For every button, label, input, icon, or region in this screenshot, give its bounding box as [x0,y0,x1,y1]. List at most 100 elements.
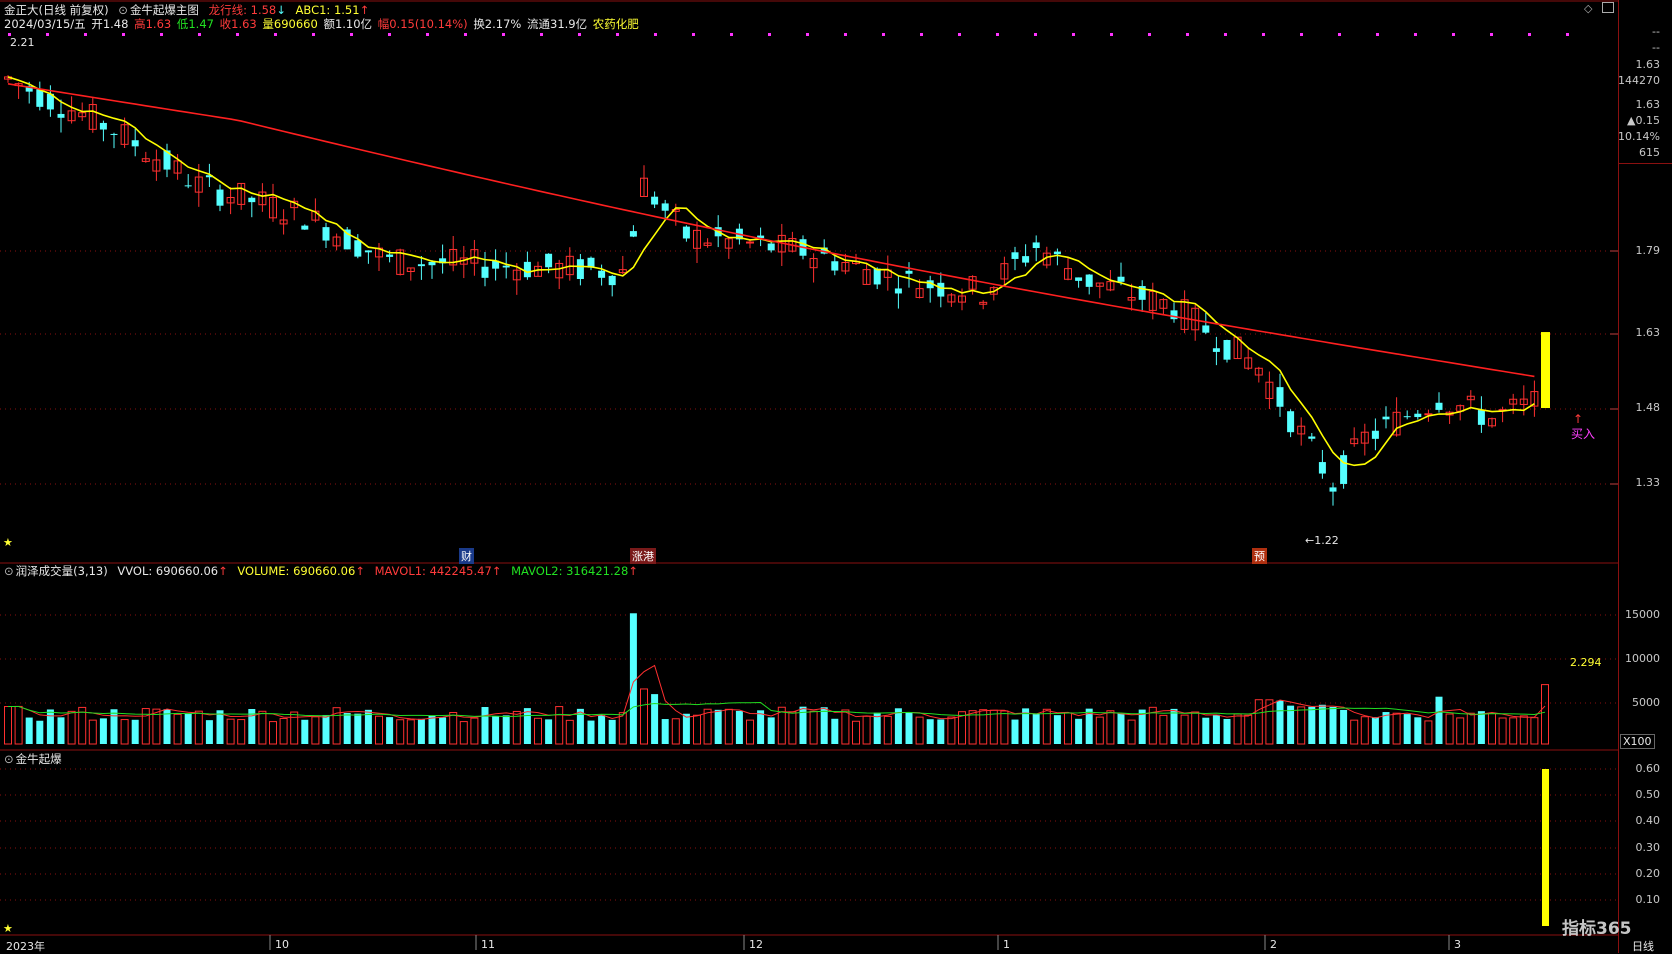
volume-bar-up [841,709,850,745]
sub-axis-label: 0.20 [1635,867,1661,880]
volume-bar-up [565,719,574,745]
signal-dot [1034,33,1037,36]
volume-bar-up [809,710,818,745]
candle-body-down [1022,256,1030,263]
volume-bar-down [820,707,828,744]
volume-bar-down [608,719,616,744]
volume-bar-down [481,707,489,744]
candle-body-down [131,140,139,147]
volume-bar-up [862,715,871,745]
volume-bar-up [968,710,977,745]
volume-bar-down [735,710,743,744]
signal-dot [198,33,201,36]
candle-body-down [110,133,118,135]
event-marker-finance[interactable]: 财 [459,548,474,564]
volume-axis-label: 10000 [1625,652,1660,665]
volume-bar-down [46,709,54,744]
volume-bar-up [1095,716,1104,745]
volume-bar-up [406,719,415,745]
volume-bar-up [1530,717,1539,745]
volume-bar-up [1445,713,1454,745]
volume-bar-down [1340,709,1348,744]
volume-bar-down [598,715,606,744]
date-axis-month: 2 [1270,938,1277,951]
event-marker-forecast[interactable]: 预 [1252,548,1267,564]
volume-bar-down [428,715,436,744]
candle-body-down [502,265,510,268]
volume-bar-up [88,719,97,745]
signal-dot [1186,33,1189,36]
event-marker-hk[interactable]: 涨港 [630,548,656,564]
signal-dot [1300,33,1303,36]
volume-bar-up [1233,713,1242,745]
volume-bar-up [1297,706,1306,745]
sub-axis-label: 0.50 [1635,788,1661,801]
candle-body-down [1414,413,1422,418]
volume-bar-down [184,713,192,744]
date-axis-month: 3 [1454,938,1461,951]
volume-bar-up [67,710,76,745]
candle-body-down [301,225,309,230]
signal-dot [1338,33,1341,36]
signal-dot [502,33,505,36]
volume-bar-down [1318,704,1326,744]
signal-dot [312,33,315,36]
candle-body-up [746,241,754,244]
price-chart[interactable] [0,0,1618,953]
signal-dot [1376,33,1379,36]
volume-bar-down [1053,715,1061,744]
candle-body-down [873,268,881,285]
volume-indicator-name[interactable]: 润泽成交量(3,13) [16,564,108,578]
volume-bar-down [1032,713,1040,744]
volume-note: 2.294 [1570,656,1602,669]
signal-dot [540,33,543,36]
volume-bar-down [492,716,500,744]
star-icon[interactable]: ★ [3,536,13,549]
signal-dot [464,33,467,36]
volume-bar-up [449,711,458,745]
vvol-value: VVOL: 690660.06 [117,564,219,578]
settings-icon[interactable]: ⊙ [4,564,14,578]
volume-bar-down [386,717,394,744]
signal-dot [806,33,809,36]
volume-bar-up [269,721,277,745]
volume-bar-up [1541,684,1549,745]
volume-bar-up [237,719,246,745]
period-label[interactable]: 日线 [1632,938,1654,954]
sub-axis-label: 0.10 [1635,893,1661,906]
volume-bar-down [110,709,118,744]
volume-bar-down [894,708,902,744]
volume-bar-up [459,721,468,745]
volume-bar-up [1360,716,1369,745]
star-icon[interactable]: ★ [3,922,13,935]
volume-bar-up [14,705,23,745]
settings-icon[interactable]: ⊙ [4,752,14,766]
candle-body-down [831,261,839,271]
signal-dot [426,33,429,36]
volume-bar-down [1477,711,1485,744]
candle-body-down [386,254,394,257]
signal-bar [1542,769,1549,926]
volume-bar-up [1191,711,1200,745]
volume-bar-down [99,718,107,744]
volume-bar-down [1011,719,1019,744]
sub-indicator-name[interactable]: 金牛起爆 [16,752,62,766]
volume-bar-down [216,710,224,744]
volume-bar-up [375,715,383,745]
candle-body-down [216,189,224,206]
volume-value: VOLUME: 690660.06 [237,564,356,578]
signal-dot [160,33,163,36]
candle-body-down [1032,242,1040,249]
volume-bar-up [618,712,627,745]
signal-dot [1262,33,1265,36]
date-axis-month: 11 [481,938,495,951]
volume-bar-up [1519,715,1528,745]
candle-body-down [523,261,531,278]
volume-bar-up [1180,714,1189,745]
volume-bar-down [767,717,775,744]
candle-body-down [651,196,659,205]
volume-bar-up [396,719,405,745]
candle-body-down [354,240,362,257]
volume-bar-up [915,716,924,745]
signal-dot [768,33,771,36]
